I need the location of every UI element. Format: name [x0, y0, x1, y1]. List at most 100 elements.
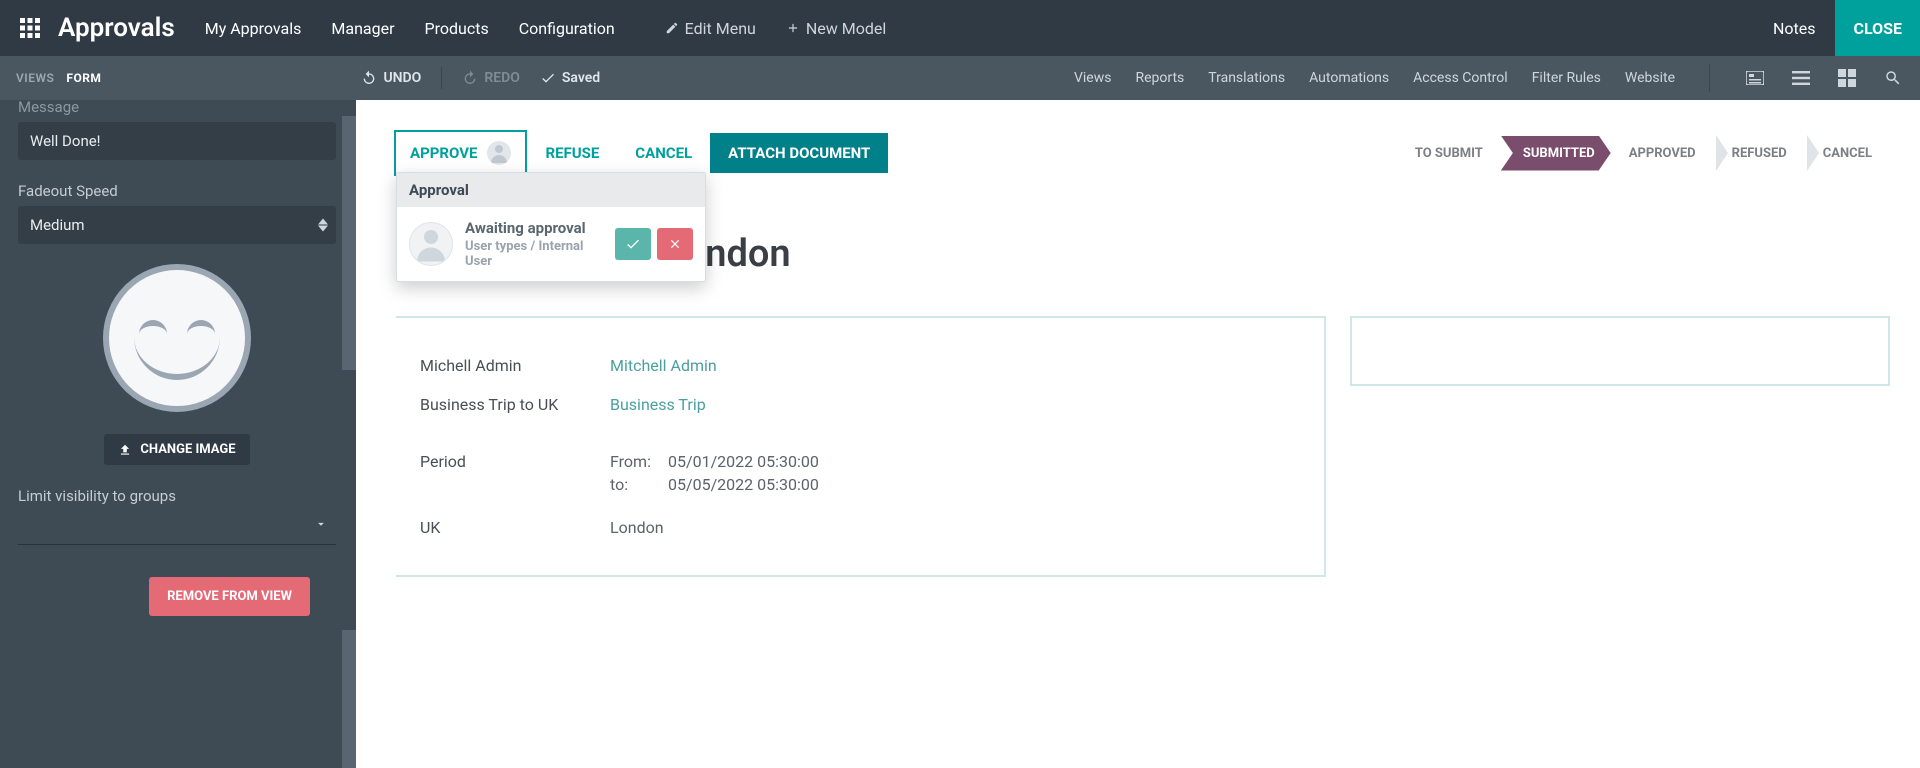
- location-label: UK: [420, 518, 590, 537]
- topbar-menu: My Approvals Manager Products Configurat…: [205, 19, 887, 38]
- status-approved[interactable]: APPROVED: [1611, 136, 1714, 171]
- row-owner: Michell Admin Mitchell Admin: [420, 346, 1300, 385]
- change-image-button[interactable]: CHANGE IMAGE: [104, 434, 249, 465]
- sheet-right: [1350, 316, 1890, 386]
- link-translations[interactable]: Translations: [1208, 70, 1285, 86]
- new-model-label: New Model: [806, 19, 886, 38]
- edit-menu[interactable]: Edit Menu: [665, 19, 756, 38]
- check-icon: [625, 236, 641, 252]
- sidebar-scroll-up[interactable]: [342, 100, 356, 116]
- redo-button: REDO: [462, 70, 520, 86]
- check-icon: [540, 70, 556, 86]
- close-button[interactable]: CLOSE: [1835, 0, 1920, 56]
- refuse-button[interactable]: REFUSE: [527, 144, 617, 162]
- row-location: UK London: [420, 508, 1300, 547]
- divider: [1709, 64, 1710, 92]
- undo-button[interactable]: UNDO: [361, 70, 421, 86]
- upload-icon: [118, 443, 132, 457]
- status-bar: TO SUBMIT SUBMITTED APPROVED REFUSED CAN…: [1397, 135, 1890, 171]
- fadeout-label: Fadeout Speed: [18, 182, 338, 200]
- link-views[interactable]: Views: [1074, 70, 1112, 86]
- status-refused[interactable]: REFUSED: [1714, 136, 1805, 171]
- new-model[interactable]: New Model: [786, 19, 886, 38]
- divider: [441, 67, 442, 89]
- sidebar: Message Well Done! Fadeout Speed Medium …: [0, 100, 356, 768]
- menu-products[interactable]: Products: [425, 19, 489, 38]
- approve-label: APPROVE: [410, 144, 477, 162]
- cancel-button[interactable]: CANCEL: [617, 144, 710, 162]
- popover-approve-button[interactable]: [615, 228, 651, 260]
- record-title: to London: [620, 232, 1890, 276]
- close-icon: [668, 237, 682, 251]
- status-to-submit[interactable]: TO SUBMIT: [1397, 136, 1501, 171]
- sheet-row: Michell Admin Mitchell Admin Business Tr…: [394, 316, 1890, 577]
- row-category-label: Business Trip to UK: [420, 395, 590, 414]
- smiley-image: [103, 264, 251, 412]
- row-category-value[interactable]: Business Trip: [610, 395, 706, 414]
- main: Message Well Done! Fadeout Speed Medium …: [0, 100, 1920, 768]
- app-title[interactable]: Approvals: [58, 13, 175, 43]
- approve-avatar: [487, 141, 511, 165]
- redo-label: REDO: [484, 70, 520, 86]
- edit-menu-label: Edit Menu: [685, 19, 756, 38]
- popover-head: Approval: [397, 173, 705, 207]
- link-website[interactable]: Website: [1625, 70, 1675, 86]
- undo-icon: [361, 70, 377, 86]
- list-view-icon[interactable]: [1790, 67, 1812, 89]
- attach-document-button[interactable]: ATTACH DOCUMENT: [710, 133, 888, 173]
- views-label: VIEWS: [16, 71, 54, 85]
- to-label: to:: [610, 475, 654, 494]
- popover-reject-button[interactable]: [657, 228, 693, 260]
- redo-icon: [462, 70, 478, 86]
- row-owner-label: Michell Admin: [420, 356, 590, 375]
- message-label: Message: [18, 100, 338, 116]
- change-image-label: CHANGE IMAGE: [140, 442, 235, 457]
- remove-from-view-button[interactable]: REMOVE FROM VIEW: [149, 577, 310, 616]
- saved-indicator: Saved: [540, 70, 600, 86]
- link-reports[interactable]: Reports: [1135, 70, 1184, 86]
- secondbar: VIEWS FORM UNDO REDO Saved Views Reports…: [0, 56, 1920, 100]
- visibility-label: Limit visibility to groups: [18, 487, 338, 505]
- sheet-left: Michell Admin Mitchell Admin Business Tr…: [394, 316, 1326, 577]
- form-view-icon[interactable]: [1744, 67, 1766, 89]
- kanban-view-icon[interactable]: [1836, 67, 1858, 89]
- views-form[interactable]: FORM: [66, 71, 101, 85]
- status-cancel[interactable]: CANCEL: [1805, 136, 1890, 171]
- menu-my-approvals[interactable]: My Approvals: [205, 19, 302, 38]
- approve-button[interactable]: APPROVE Approval Awaiting approval: [394, 130, 527, 176]
- undo-label: UNDO: [383, 70, 421, 86]
- menu-configuration[interactable]: Configuration: [519, 19, 615, 38]
- message-value: Well Done!: [30, 132, 101, 150]
- apps-icon[interactable]: [12, 10, 48, 46]
- from-label: From:: [610, 452, 654, 471]
- saved-label: Saved: [562, 70, 600, 86]
- select-caret-icon: [318, 219, 328, 232]
- link-automations[interactable]: Automations: [1309, 70, 1389, 86]
- visibility-select[interactable]: [18, 511, 336, 545]
- fadeout-select[interactable]: Medium: [18, 206, 336, 244]
- location-value: London: [610, 518, 664, 537]
- notes-link[interactable]: Notes: [1773, 19, 1816, 38]
- topbar: Approvals My Approvals Manager Products …: [0, 0, 1920, 56]
- topbar-right: Notes CLOSE: [1773, 0, 1920, 56]
- search-icon[interactable]: [1882, 67, 1904, 89]
- link-access-control[interactable]: Access Control: [1413, 70, 1508, 86]
- chevron-down-icon: [314, 517, 328, 531]
- popover-subtitle: User types / Internal User: [465, 239, 603, 269]
- menu-manager[interactable]: Manager: [331, 19, 394, 38]
- rainbow-preview: CHANGE IMAGE: [18, 264, 336, 465]
- content: APPROVE Approval Awaiting approval: [356, 100, 1920, 768]
- pencil-icon: [665, 21, 679, 35]
- period-label: Period: [420, 452, 590, 498]
- row-category: Business Trip to UK Business Trip: [420, 385, 1300, 424]
- approval-popover: Approval Awaiting approval User types / …: [396, 172, 706, 282]
- sidebar-scroll-thumb[interactable]: [342, 370, 356, 630]
- action-row: APPROVE Approval Awaiting approval: [394, 130, 1890, 176]
- from-value: 05/01/2022 05:30:00: [668, 452, 819, 471]
- plus-icon: [786, 21, 800, 35]
- status-submitted[interactable]: SUBMITTED: [1501, 136, 1611, 171]
- message-input[interactable]: Well Done!: [18, 122, 336, 160]
- row-owner-value[interactable]: Mitchell Admin: [610, 356, 717, 375]
- row-period: Period From: 05/01/2022 05:30:00 to: 05/…: [420, 442, 1300, 508]
- link-filter-rules[interactable]: Filter Rules: [1532, 70, 1601, 86]
